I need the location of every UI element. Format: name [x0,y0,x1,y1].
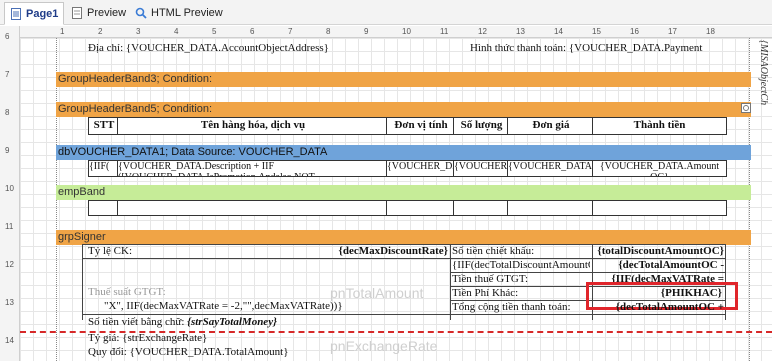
ruler-tick-label: 15 [592,27,601,36]
amount-in-words[interactable]: Số tiền viết bằng chữ: {strSayTotalMoney… [88,316,277,329]
ruler-tick-label: 9 [5,146,10,155]
discount-amount-label[interactable]: Số tiền chiết khấu: [452,245,534,258]
ruler-tick-label: 17 [668,27,677,36]
total-payment-label[interactable]: Tổng cộng tiền thanh toán: [452,301,571,314]
empty-cell[interactable] [88,200,120,216]
ruler-tick-label: 16 [630,27,639,36]
empty-cell[interactable] [453,200,510,216]
ruler-tick-label: 5 [212,27,217,36]
signer-row-line [82,314,726,315]
ruler-tick-label: 7 [288,27,293,36]
ruler-tick-label: 13 [516,27,525,36]
ruler-tick-label: 6 [5,32,10,41]
ruler-tick-label: 7 [5,70,10,79]
header-stt[interactable]: STT [88,117,120,135]
tab-page1[interactable]: Page1 [4,2,65,25]
total-payment-value[interactable]: {decTotalAmountOC + [594,301,724,314]
header-unit[interactable]: Đơn vị tính [386,117,456,135]
cell-quantity-expr[interactable]: {VOUCHER_DATA [453,160,510,177]
payment-label[interactable]: Hình thức thanh toán: {VOUCHER_DATA.Paym… [470,42,748,55]
ruler-tick-label: 8 [326,27,331,36]
ruler-tick-label: 11 [5,222,14,231]
empty-cell[interactable] [117,200,389,216]
header-amount[interactable]: Thành tiền [592,117,727,135]
vat-rate-expr[interactable]: "X", IIF(decMaxVATRate = -2,"",decMaxVAT… [104,300,444,313]
vertical-ruler: 6 7 8 9 10 11 12 13 14 [0,26,20,361]
page-icon [11,7,21,20]
vat-amount-label[interactable]: Tiền thuế GTGT: [452,273,528,286]
preview-icon [72,6,82,19]
empty-band[interactable]: empBand [56,185,751,200]
ruler-tick-label: 1 [60,27,65,36]
tab-preview[interactable]: Preview [66,2,131,23]
address-label[interactable]: Địa chỉ: {VOUCHER_DATA.AccountObjectAddr… [88,42,329,55]
cell-stt-expr[interactable]: {IIF( [88,160,120,177]
header-quantity[interactable]: Số lượng [453,117,510,135]
ruler-tick-label: 12 [478,27,487,36]
cell-amount-expr[interactable]: {VOUCHER_DATA.Amount OC} [592,160,727,177]
tab-preview-label: Preview [87,6,127,19]
other-fee-label[interactable]: Tiền Phí Khác: [452,287,518,300]
ruler-tick-label: 2 [98,27,103,36]
discount-rate-value[interactable]: {decMaxDiscountRate} [320,245,448,258]
ruler-tick-label: 8 [5,108,10,117]
discount-amount-value[interactable]: {totalDiscountAmountOC} [594,245,724,258]
cell-unit-expr[interactable]: {VOUCHER_DATA [386,160,456,177]
discount-rate-label[interactable]: Tỷ lệ CK: [88,245,132,258]
converted-amount-row[interactable]: Quy đổi: {VOUCHER_DATA.TotalAmount} [88,346,289,359]
ruler-tick-label: 12 [5,260,14,269]
ruler-tick-label: 10 [5,184,14,193]
watermark-total-amount: pnTotalAmount [330,285,424,301]
html-preview-icon [135,7,147,19]
signer-mid-border [450,244,451,320]
empty-cell[interactable] [507,200,595,216]
exchange-rate-row[interactable]: Tỷ giá: {strExchangeRate} [88,332,207,345]
iif-discount-expr[interactable]: {IIF(decTotalDiscountAmountOC [452,259,590,272]
ruler-tick-label: 4 [174,27,179,36]
ruler-tick-label: 14 [5,336,14,345]
ruler-tick-label: 11 [440,27,449,36]
vertical-object-field[interactable]: {MISAObjectCh [758,40,769,120]
design-canvas[interactable]: Địa chỉ: {VOUCHER_DATA.AccountObjectAddr… [20,38,772,361]
ruler-tick-label: 10 [402,27,411,36]
page-break-line [20,331,772,333]
signer-band[interactable]: grpSigner [56,230,751,245]
empty-cell[interactable] [592,200,727,216]
tab-html-preview[interactable]: HTML Preview [130,2,228,23]
signer-left-border [82,244,83,320]
ruler-tick-label: 6 [250,27,255,36]
ruler-tick-label: 3 [136,27,141,36]
empty-cell[interactable] [386,200,456,216]
tab-bar: Page1 Preview HTML Preview [0,0,772,25]
data-band-voucher[interactable]: dbVOUCHER_DATA1; Data Source: VOUCHER_DA… [56,145,751,160]
ruler-tick-label: 14 [554,27,563,36]
tab-html-preview-label: HTML Preview [151,6,223,19]
ruler-tick-label: 13 [5,298,14,307]
ruler-tick-label: 9 [364,27,369,36]
horizontal-ruler: 1 2 3 4 5 6 7 8 9 10 11 12 13 14 15 16 17 18 [20,26,772,38]
ruler-tick-label: 18 [706,27,715,36]
cell-unit-price-expr[interactable]: {VOUCHER_DATA.UnitPrice [507,160,595,177]
band-expand-icon[interactable] [741,103,751,113]
tab-page1-label: Page1 [26,7,59,20]
total-minus-discount-value[interactable]: {decTotalAmountOC - [594,259,724,272]
header-description[interactable]: Tên hàng hóa, dịch vụ [117,117,389,135]
cell-description-expr[interactable]: {VOUCHER_DATA.Description + IIF ([VOUCHE… [117,160,389,177]
vat-rate-label[interactable]: Thuế suất GTGT: [88,286,166,299]
group-header-band-3[interactable]: GroupHeaderBand3; Condition: [56,72,751,87]
watermark-exchange-rate: pnExchangeRate [330,338,438,354]
group-header-band-5[interactable]: GroupHeaderBand5; Condition: [56,102,751,117]
header-unit-price[interactable]: Đơn giá [507,117,595,135]
